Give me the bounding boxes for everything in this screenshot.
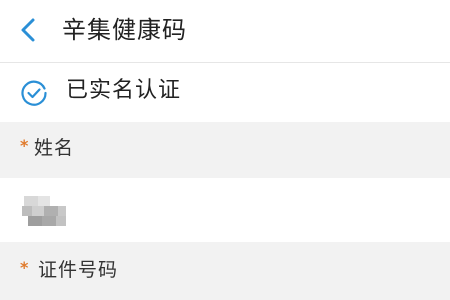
name-label: 姓名: [34, 137, 75, 159]
verification-status-text: 已实名认证: [66, 78, 182, 103]
blurred-name-value: [22, 196, 68, 226]
id-field-label-row: * 证件号码: [0, 242, 450, 300]
chevron-left-icon: [21, 18, 35, 42]
required-mark: *: [20, 258, 29, 277]
name-value-row: [0, 178, 450, 242]
id-number-label: 证件号码: [38, 259, 119, 281]
page-title: 辛集健康码: [62, 16, 187, 44]
required-mark: *: [20, 136, 29, 155]
back-button[interactable]: [14, 15, 44, 45]
verification-status-row: 已实名认证: [0, 63, 450, 121]
health-code-page: 辛集健康码 已实名认证 * 姓名 * 证件号码: [0, 0, 450, 300]
name-field-label-row: * 姓名: [0, 122, 450, 178]
check-circle-icon: [21, 80, 47, 106]
top-bar: 辛集健康码: [0, 0, 450, 60]
